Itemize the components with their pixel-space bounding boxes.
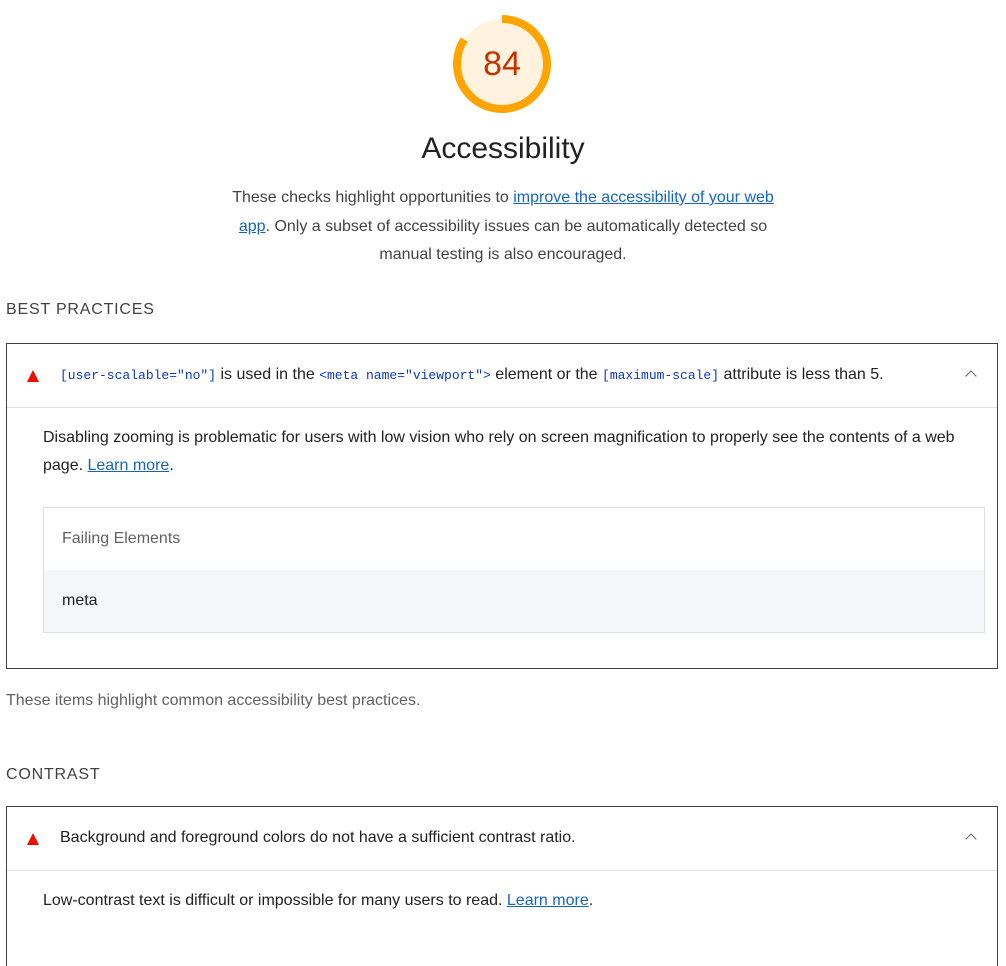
- fail-triangle-icon: [27, 370, 39, 382]
- score-gauge[interactable]: 84: [450, 12, 554, 116]
- audit-description: Low-contrast text is difficult or imposs…: [43, 887, 981, 915]
- audit-title: Background and foreground colors do not …: [60, 829, 576, 846]
- code-snippet: [maximum-scale]: [602, 368, 720, 383]
- group-title-best-practices: BEST PRACTICES: [6, 301, 155, 318]
- group-title-contrast: CONTRAST: [6, 766, 101, 783]
- code-snippet: [user-scalable="no"]: [60, 368, 217, 383]
- category-description-text-end: . Only a subset of accessibility issues …: [265, 217, 768, 264]
- audit-body: Disabling zooming is problematic for use…: [7, 408, 997, 633]
- category-description-text: These checks highlight opportunities to: [232, 189, 514, 206]
- period: .: [169, 457, 174, 474]
- audit-description: Disabling zooming is problematic for use…: [43, 424, 981, 480]
- audit-description-text: Low-contrast text is difficult or imposs…: [43, 892, 507, 909]
- period: .: [588, 892, 594, 909]
- category-title: Accessibility: [421, 132, 585, 165]
- report-page: 84 Accessibility These checks highlight …: [0, 0, 1006, 966]
- table-row[interactable]: meta: [44, 570, 984, 632]
- code-snippet: <meta name="viewport">: [319, 368, 491, 383]
- table-header: Failing Elements: [44, 508, 984, 570]
- fail-triangle-icon: [27, 833, 39, 845]
- score-value: 84: [483, 45, 521, 83]
- title-text: attribute is less than 5.: [719, 366, 884, 383]
- audit-viewport-meta: [user-scalable="no"] is used in the <met…: [6, 343, 998, 669]
- title-text: is used in the: [216, 366, 320, 383]
- audit-header[interactable]: [user-scalable="no"] is used in the <met…: [7, 344, 997, 408]
- chevron-up-icon[interactable]: [965, 370, 977, 382]
- audit-body: Low-contrast text is difficult or imposs…: [7, 871, 997, 915]
- category-description: These checks highlight opportunities to …: [215, 184, 791, 270]
- failing-elements-table: Failing Elements meta: [43, 507, 985, 633]
- group-description: These items highlight common accessibili…: [6, 692, 421, 709]
- learn-more-link[interactable]: Learn more: [507, 892, 589, 909]
- audit-title: [user-scalable="no"] is used in the <met…: [60, 366, 884, 384]
- audit-description-text: Disabling zooming is problematic for use…: [43, 429, 955, 474]
- audit-color-contrast: Background and foreground colors do not …: [6, 806, 998, 966]
- audit-header[interactable]: Background and foreground colors do not …: [7, 807, 997, 871]
- chevron-up-icon[interactable]: [965, 833, 977, 845]
- learn-more-link[interactable]: Learn more: [87, 457, 169, 474]
- title-text: element or the: [490, 366, 603, 383]
